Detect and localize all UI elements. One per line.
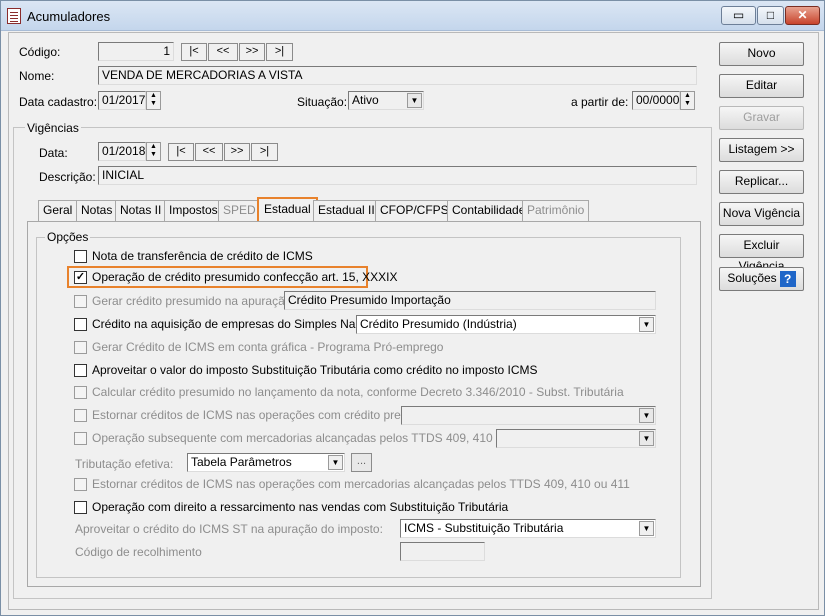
a-partir-spinner[interactable]: ▲ ▼ bbox=[680, 91, 695, 110]
operacao-credito-presumido-label: Operação de crédito presumido confecção … bbox=[92, 270, 398, 284]
operacao-subsequente-checkbox[interactable] bbox=[74, 432, 87, 445]
credito-simples-checkbox[interactable] bbox=[74, 318, 87, 331]
editar-button[interactable]: Editar bbox=[719, 74, 804, 98]
tab-notas-ii[interactable]: Notas II bbox=[115, 200, 167, 221]
tributacao-efetiva-value: Tabela Parâmetros bbox=[191, 455, 292, 469]
last-record-button[interactable]: >| bbox=[266, 43, 293, 61]
descricao-field[interactable]: INICIAL bbox=[98, 166, 697, 185]
nome-field[interactable]: VENDA DE MERCADORIAS A VISTA bbox=[98, 66, 697, 85]
previous-record-button[interactable]: << bbox=[208, 43, 238, 61]
excluir-vigencia-button[interactable]: Excluir Vigência bbox=[719, 234, 804, 273]
a-partir-label: a partir de: bbox=[571, 95, 629, 109]
situacao-select[interactable]: Ativo ▼ bbox=[348, 91, 424, 110]
credito-simples-value: Crédito Presumido (Indústria) bbox=[360, 317, 517, 331]
solucoes-button[interactable]: Soluções? bbox=[719, 267, 804, 291]
tab-geral[interactable]: Geral bbox=[38, 200, 78, 221]
descricao-label: Descrição: bbox=[39, 170, 96, 184]
window: Acumuladores ▭ □ ✕ Código: 1 |< << >> >|… bbox=[0, 0, 825, 616]
close-button[interactable]: ✕ bbox=[785, 6, 820, 25]
estornar-creditos-label: Estornar créditos de ICMS nas operações … bbox=[92, 408, 440, 422]
opcoes-title: Opções bbox=[45, 230, 91, 244]
tributacao-efetiva-select[interactable]: Tabela Parâmetros ▼ bbox=[187, 453, 345, 472]
estornar-creditos-select[interactable]: ▼ bbox=[401, 406, 656, 425]
codigo-recolhimento-label: Código de recolhimento bbox=[75, 545, 202, 559]
tab-patrimonio[interactable]: Patrimônio bbox=[522, 200, 590, 221]
next-record-button[interactable]: >> bbox=[239, 43, 265, 61]
chevron-down-icon: ▼ bbox=[639, 408, 654, 423]
credito-presumido-importacao-field[interactable]: Crédito Presumido Importação bbox=[284, 291, 656, 310]
nova-vigencia-button[interactable]: Nova Vigência bbox=[719, 202, 804, 226]
ressarcimento-label: Operação com direito a ressarcimento nas… bbox=[92, 500, 509, 514]
gravar-button[interactable]: Gravar bbox=[719, 106, 804, 130]
vigencia-last-button[interactable]: >| bbox=[251, 143, 278, 161]
calcular-decreto-label: Calcular crédito presumido no lançamento… bbox=[92, 385, 624, 399]
tab-notas[interactable]: Notas bbox=[76, 200, 118, 221]
tab-impostos[interactable]: Impostos bbox=[164, 200, 223, 221]
aproveitar-st-label: Aproveitar o valor do imposto Substituiç… bbox=[92, 363, 538, 377]
codigo-label: Código: bbox=[19, 45, 61, 59]
app-icon bbox=[7, 8, 21, 24]
first-record-button[interactable]: |< bbox=[181, 43, 207, 61]
tab-contabilidade[interactable]: Contabilidade bbox=[447, 200, 531, 221]
nome-label: Nome: bbox=[19, 69, 55, 83]
vigencia-data-field[interactable]: 01/2018 bbox=[98, 142, 146, 161]
vigencia-next-button[interactable]: >> bbox=[224, 143, 250, 161]
aproveitar-icms-st-select[interactable]: ICMS - Substituição Tributária ▼ bbox=[400, 519, 656, 538]
vigencia-data-label: Data: bbox=[39, 146, 68, 160]
minimize-button[interactable]: ▭ bbox=[721, 6, 756, 25]
help-icon: ? bbox=[779, 270, 796, 287]
data-cadastro-spinner[interactable]: ▲ ▼ bbox=[146, 91, 161, 110]
operacao-subsequente-select[interactable]: ▼ bbox=[496, 429, 656, 448]
tab-estadual[interactable]: Estadual bbox=[257, 197, 318, 222]
gerar-credito-presumido-checkbox[interactable] bbox=[74, 295, 87, 308]
gerar-credito-grafica-checkbox[interactable] bbox=[74, 341, 87, 354]
estornar-creditos-checkbox[interactable] bbox=[74, 409, 87, 422]
chevron-down-icon: ▼ bbox=[639, 521, 654, 536]
tab-cfop-cfps[interactable]: CFOP/CFPS bbox=[375, 200, 454, 221]
chevron-down-icon: ▼ bbox=[407, 93, 422, 108]
aproveitar-st-checkbox[interactable] bbox=[74, 364, 87, 377]
aproveitar-icms-st-value: ICMS - Substituição Tributária bbox=[404, 521, 564, 535]
tab-estadual-ii[interactable]: Estadual II bbox=[313, 200, 380, 221]
replicar-button[interactable]: Replicar... bbox=[719, 170, 804, 194]
operacao-subsequente-label: Operação subsequente com mercadorias alc… bbox=[92, 431, 532, 445]
aproveitar-icms-st-label: Aproveitar o crédito do ICMS ST na apura… bbox=[75, 522, 383, 536]
estornar-ttds-label: Estornar créditos de ICMS nas operações … bbox=[92, 477, 630, 491]
operacao-credito-presumido-checkbox[interactable]: ✓ bbox=[74, 271, 87, 284]
a-partir-field[interactable]: 00/0000 bbox=[632, 91, 680, 110]
vigencias-title: Vigências bbox=[25, 121, 81, 135]
tributacao-efetiva-browse-button[interactable]: ... bbox=[351, 453, 372, 472]
ressarcimento-checkbox[interactable] bbox=[74, 501, 87, 514]
gerar-credito-grafica-label: Gerar Crédito de ICMS em conta gráfica -… bbox=[92, 340, 444, 354]
credito-simples-select[interactable]: Crédito Presumido (Indústria) ▼ bbox=[356, 315, 656, 334]
novo-button[interactable]: Novo bbox=[719, 42, 804, 66]
vigencia-prev-button[interactable]: << bbox=[195, 143, 223, 161]
situacao-label: Situação: bbox=[297, 95, 348, 109]
gerar-credito-presumido-label: Gerar crédito presumido na apuração bbox=[92, 294, 292, 308]
estornar-ttds-checkbox[interactable] bbox=[74, 478, 87, 491]
vigencia-first-button[interactable]: |< bbox=[168, 143, 194, 161]
nota-transferencia-checkbox[interactable] bbox=[74, 250, 87, 263]
chevron-down-icon: ▼ bbox=[639, 317, 654, 332]
credito-simples-label: Crédito na aquisição de empresas do Simp… bbox=[92, 317, 387, 331]
solucoes-label: Soluções bbox=[727, 271, 777, 285]
tributacao-efetiva-label: Tributação efetiva: bbox=[75, 457, 174, 471]
codigo-recolhimento-field[interactable] bbox=[400, 542, 485, 561]
chevron-down-icon: ▼ bbox=[328, 455, 343, 470]
window-title: Acumuladores bbox=[27, 9, 111, 24]
data-cadastro-field[interactable]: 01/2017 bbox=[98, 91, 146, 110]
vigencia-data-spinner[interactable]: ▲ ▼ bbox=[146, 142, 161, 161]
nota-transferencia-label: Nota de transferência de crédito de ICMS bbox=[92, 249, 313, 263]
chevron-down-icon: ▼ bbox=[639, 431, 654, 446]
data-cadastro-label: Data cadastro: bbox=[19, 95, 98, 109]
tab-sped[interactable]: SPED bbox=[218, 200, 261, 221]
codigo-field[interactable]: 1 bbox=[98, 42, 174, 61]
calcular-decreto-checkbox[interactable] bbox=[74, 386, 87, 399]
maximize-button[interactable]: □ bbox=[757, 6, 784, 25]
situacao-value: Ativo bbox=[352, 93, 379, 107]
listagem-button[interactable]: Listagem >> bbox=[719, 138, 804, 162]
title-bar: Acumuladores ▭ □ ✕ bbox=[1, 1, 824, 31]
